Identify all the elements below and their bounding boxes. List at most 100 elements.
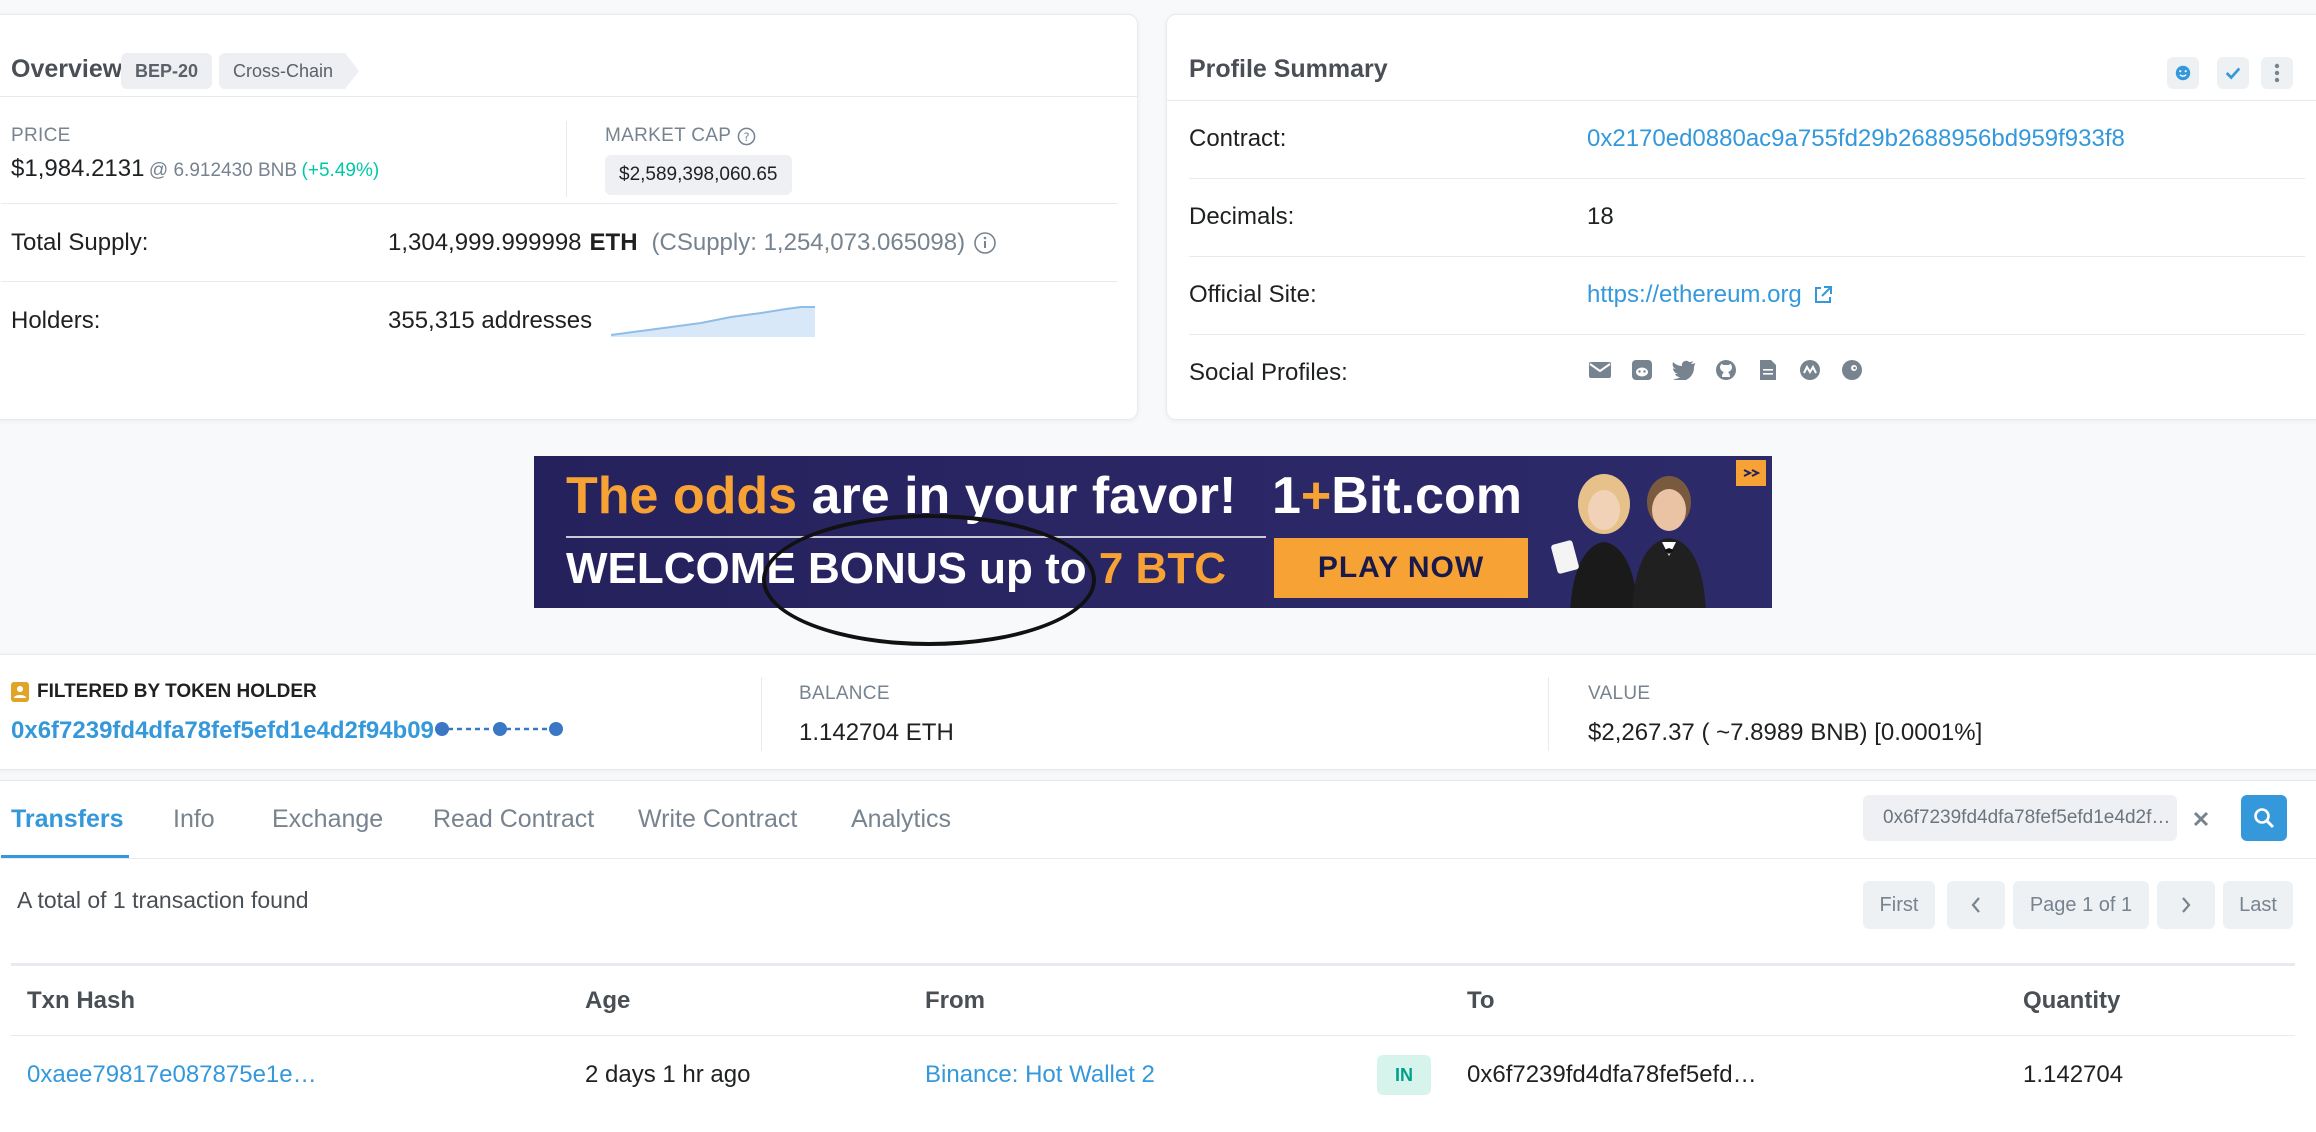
market-cap-label-wrap: MARKET CAP ? xyxy=(605,125,756,147)
filtered-address-link[interactable]: 0x6f7239fd4dfa78fef5efd1e4d2f94b09 xyxy=(11,717,434,745)
holders-value: 355,315 addresses xyxy=(388,307,593,334)
more-options-icon[interactable] xyxy=(2261,57,2293,89)
filtered-label-wrap: FILTERED BY TOKEN HOLDER xyxy=(11,681,317,703)
banner-people-image xyxy=(1551,474,1706,608)
page-indicator: Page 1 of 1 xyxy=(2013,881,2149,929)
prev-page-button[interactable] xyxy=(1947,881,2005,929)
direction-in-badge: IN xyxy=(1377,1055,1431,1095)
price-line: $1,984.2131 @ 6.912430 BNB (+5.49%) xyxy=(11,155,379,183)
overview-header: Overview BEP-20 Cross-Chain xyxy=(0,15,1137,97)
banner-brand: 1+Bit.com xyxy=(1272,466,1522,526)
verified-check-icon[interactable] xyxy=(2217,57,2249,89)
filtered-token-holder-card: FILTERED BY TOKEN HOLDER 0x6f7239fd4dfa7… xyxy=(0,654,2316,770)
header-txn-hash: Txn Hash xyxy=(27,987,136,1014)
chevron-right-icon xyxy=(2182,897,2191,913)
tab-read-contract[interactable]: Read Contract xyxy=(433,805,594,834)
tabs-divider xyxy=(0,858,2316,859)
ad-banner[interactable]: The odds are in your favor! WELCOME BONU… xyxy=(534,456,1772,608)
external-link-icon[interactable] xyxy=(1812,284,1834,306)
reputation-icon[interactable] xyxy=(2167,57,2199,89)
total-supply-line: 1,304,999.999998 ETH (CSupply: 1,254,073… xyxy=(388,229,997,257)
holders-label: Holders: xyxy=(11,307,101,334)
header-to: To xyxy=(1467,987,1495,1014)
github-icon[interactable] xyxy=(1713,357,1739,383)
table-header-divider xyxy=(11,1035,2295,1036)
coinmarketcap-icon[interactable] xyxy=(1797,357,1823,383)
banner-brand-plus: + xyxy=(1300,467,1332,525)
header-age[interactable]: Age xyxy=(585,987,630,1015)
social-icons xyxy=(1587,357,1865,383)
header-quantity: Quantity xyxy=(2023,987,2121,1014)
document-icon[interactable] xyxy=(1755,357,1781,383)
price-change: (+5.49%) xyxy=(301,160,380,181)
contract-label: Contract: xyxy=(1189,125,1287,152)
market-cap-value: $2,589,398,060.65 xyxy=(605,155,792,195)
holder-filter-input[interactable]: 0x6f7239fd4dfa78fef5efd1e4d2f9... xyxy=(1863,795,2177,841)
filtered-address-wrap: 0x6f7239fd4dfa78fef5efd1e4d2f94b09 xyxy=(11,717,564,745)
banner-brand-prefix: 1 xyxy=(1272,467,1301,525)
profile-title: Profile Summary xyxy=(1189,55,1388,83)
balance-label: BALANCE xyxy=(799,683,890,704)
row-to: 0x6f7239fd4dfa78fef5efd… xyxy=(1467,1061,1757,1088)
redaction-marks xyxy=(434,722,563,736)
play-now-button[interactable]: PLAY NOW xyxy=(1274,538,1528,598)
overview-card: Overview BEP-20 Cross-Chain PRICE $1,984… xyxy=(0,14,1138,420)
next-page-button[interactable] xyxy=(2157,881,2215,929)
banner-brand-rest: Bit.com xyxy=(1331,467,1522,525)
social-profiles-label: Social Profiles: xyxy=(1189,359,1348,386)
chevron-left-icon xyxy=(1971,897,1980,913)
transfers-panel: Transfers Info Exchange Read Contract Wr… xyxy=(0,780,2316,1132)
profile-header: Profile Summary xyxy=(1167,15,2316,101)
row-age: 2 days 1 hr ago xyxy=(585,1061,751,1088)
close-icon xyxy=(2193,811,2209,827)
decimals-label: Decimals: xyxy=(1189,203,1295,230)
price-label: PRICE xyxy=(11,125,71,146)
row-txn-hash[interactable]: 0xaee79817e087875e1e… xyxy=(27,1061,317,1089)
ad-choices-icon[interactable] xyxy=(1736,460,1766,486)
contract-row: Contract: 0x2170ed0880ac9a755fd29b268895… xyxy=(1189,101,2305,179)
csupply-value: (CSupply: 1,254,073.065098) xyxy=(651,229,966,256)
tab-info[interactable]: Info xyxy=(173,805,215,834)
transactions-summary: A total of 1 transaction found xyxy=(17,887,309,913)
svg-text:?: ? xyxy=(744,129,750,143)
official-site-link[interactable]: https://ethereum.org xyxy=(1587,281,1802,309)
tab-write-contract[interactable]: Write Contract xyxy=(638,805,797,834)
first-page-button[interactable]: First xyxy=(1863,881,1935,929)
email-icon[interactable] xyxy=(1587,357,1613,383)
overview-title: Overview xyxy=(11,55,123,83)
cross-chain-chip[interactable]: Cross-Chain xyxy=(219,53,360,89)
official-site-wrap: https://ethereum.org xyxy=(1587,281,1834,309)
price-bnb: @ 6.912430 BNB xyxy=(148,160,298,181)
social-profiles-row: Social Profiles: xyxy=(1189,335,2305,413)
divider xyxy=(761,677,762,751)
overview-divider xyxy=(566,121,567,197)
clear-filter-button[interactable] xyxy=(2181,797,2221,841)
info-icon[interactable] xyxy=(973,231,997,255)
twitter-icon[interactable] xyxy=(1671,357,1697,383)
tab-exchange[interactable]: Exchange xyxy=(272,805,383,834)
banner-headline-highlight: The odds xyxy=(566,467,798,525)
value-value: $2,267.37 ( ~7.8989 BNB) [0.0001%] xyxy=(1588,719,1983,746)
active-tab-indicator xyxy=(1,855,129,858)
market-cap-label: MARKET CAP xyxy=(605,125,732,146)
official-site-row: Official Site: https://ethereum.org xyxy=(1189,257,2305,335)
price-value: $1,984.2131 xyxy=(11,155,145,182)
tab-analytics[interactable]: Analytics xyxy=(851,805,951,834)
value-label: VALUE xyxy=(1588,683,1651,704)
bep20-chip[interactable]: BEP-20 xyxy=(121,53,213,89)
table-top-border xyxy=(11,963,2295,966)
tab-transfers[interactable]: Transfers xyxy=(11,805,124,834)
divider xyxy=(1,281,1117,282)
row-from[interactable]: Binance: Hot Wallet 2 xyxy=(925,1061,1155,1089)
search-icon xyxy=(2254,808,2275,829)
decimals-row: Decimals: 18 xyxy=(1189,179,2305,257)
contract-link[interactable]: 0x2170ed0880ac9a755fd29b2688956bd959f933… xyxy=(1587,125,2125,153)
holders-sparkline xyxy=(611,306,815,337)
coingecko-icon[interactable] xyxy=(1839,357,1865,383)
reddit-icon[interactable] xyxy=(1629,357,1655,383)
holder-badge-icon xyxy=(11,682,29,702)
help-icon[interactable]: ? xyxy=(737,127,756,146)
search-button[interactable] xyxy=(2241,795,2287,841)
last-page-button[interactable]: Last xyxy=(2223,881,2293,929)
divider xyxy=(1548,677,1549,751)
